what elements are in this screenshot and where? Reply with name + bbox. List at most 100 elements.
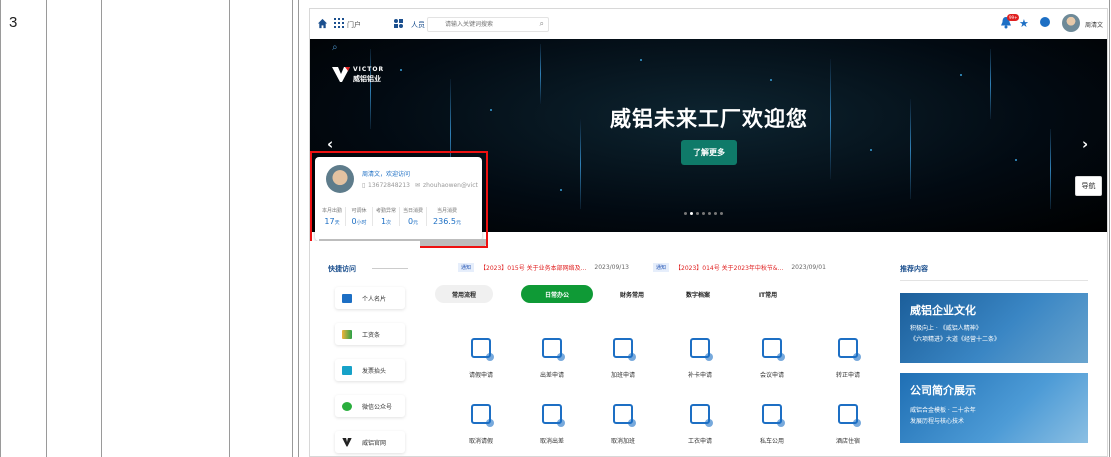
- quick-item-label: 工资条: [362, 331, 381, 339]
- app-overtime-request[interactable]: 加班申请: [598, 338, 648, 388]
- notice-date: 2023/09/01: [791, 263, 826, 271]
- tab-it[interactable]: IT常用: [743, 285, 793, 303]
- tab-daily-office[interactable]: 日常办公: [521, 285, 593, 303]
- portal-label[interactable]: 门户: [347, 20, 361, 30]
- id-card-icon: [342, 293, 352, 303]
- top-bar: 门户 人员 ⌕ 99+ ★ 周清文: [310, 9, 1107, 39]
- app-cancel-leave[interactable]: 取消请假: [456, 404, 506, 454]
- notice-text[interactable]: 【2023】014号 关于2023年中秋节&...: [675, 263, 783, 272]
- app-cancel-overtime[interactable]: 取消加班: [598, 404, 648, 454]
- culture-card-subtitle: 积极向上 · 《威铝人精神》: [910, 325, 982, 332]
- quick-item-payslip[interactable]: 工资条: [335, 323, 405, 345]
- grid-line: [1109, 0, 1110, 457]
- culture-card[interactable]: 威铝企业文化 积极向上 · 《威铝人精神》 《六项精进》大道《经营十二条》: [900, 293, 1088, 363]
- search-icon: ⌕: [332, 42, 338, 53]
- app-label: 酒店住宿: [835, 438, 860, 445]
- apps-grid-icon[interactable]: [334, 18, 344, 28]
- red-highlight-box: [310, 151, 488, 248]
- company-card-title: 公司简介展示: [910, 384, 976, 397]
- pager-dot[interactable]: [696, 212, 699, 215]
- quick-item-label: 发票抬头: [362, 367, 387, 375]
- presentation-icon: [762, 338, 785, 361]
- app-leave-request[interactable]: 请假申请: [456, 338, 506, 388]
- app-label: 取消请假: [468, 438, 493, 445]
- company-card-subtitle: 威铝合金模板 · 二十余年: [910, 407, 976, 414]
- notice-tag: 通知: [653, 262, 670, 272]
- category-tabs: 常用流程 日常办公 财务常用 数字档案 IT常用: [435, 285, 865, 303]
- app-label: 取消加班: [610, 438, 635, 445]
- app-label: 取消出差: [539, 438, 564, 445]
- cancel-overtime-icon: [613, 404, 636, 427]
- grid-line: [101, 0, 102, 457]
- grid-line: [0, 0, 1, 457]
- app-cancel-trip[interactable]: 取消出差: [527, 404, 577, 454]
- pager-dot[interactable]: [690, 212, 693, 215]
- recommend-title: 推荐内容: [900, 265, 928, 273]
- app-label: 私车公用: [759, 438, 784, 445]
- notice-item[interactable]: 通知 【2023】014号 关于2023年中秋节&... 2023/09/01: [653, 262, 826, 272]
- pager-dot[interactable]: [702, 212, 705, 215]
- tab-common-flows[interactable]: 常用流程: [435, 285, 493, 303]
- company-logo: VICTOR 威铝铝业: [332, 65, 383, 83]
- app-punch-request[interactable]: 补卡申请: [675, 338, 725, 388]
- learn-more-button[interactable]: 了解更多: [681, 140, 737, 165]
- culture-card-title: 威铝企业文化: [910, 304, 976, 317]
- pager-dot[interactable]: [720, 212, 723, 215]
- app-label: 出差申请: [539, 372, 564, 379]
- home-icon[interactable]: [317, 18, 328, 29]
- tab-finance[interactable]: 财务常用: [607, 285, 657, 303]
- quick-item-invoice[interactable]: 发票抬头: [335, 359, 405, 381]
- app-label: 会议申请: [759, 372, 784, 379]
- quick-access-title: 快捷访问: [328, 265, 356, 273]
- document-icon: [838, 338, 861, 361]
- grid-line: [292, 0, 293, 457]
- grid-line: [298, 0, 299, 457]
- tab-digital-archive[interactable]: 数字档案: [673, 285, 723, 303]
- quick-item-label: 个人名片: [362, 295, 387, 303]
- app-regularization-request[interactable]: 转正申请: [823, 338, 873, 388]
- shirt-icon: [690, 404, 713, 427]
- app-label: 请假申请: [468, 372, 493, 379]
- portal-screenshot: 门户 人员 ⌕ 99+ ★ 周清文 ⌕: [309, 8, 1108, 457]
- building-icon: [838, 404, 861, 427]
- app-trip-request[interactable]: 出差申请: [527, 338, 577, 388]
- quick-item-label: 威铝官网: [362, 439, 387, 447]
- notice-text[interactable]: 【2023】015号 关于业务本部网络及...: [480, 263, 586, 272]
- app-private-car[interactable]: 私车公用: [747, 404, 797, 454]
- payslip-icon: [342, 329, 352, 339]
- leave-form-icon: [471, 338, 494, 361]
- row-number: 3: [9, 14, 18, 31]
- notice-item[interactable]: 通知 【2023】015号 关于业务本部网络及... 2023/09/13: [458, 262, 629, 272]
- app-hotel[interactable]: 酒店住宿: [823, 404, 873, 454]
- slide-pager: [684, 212, 723, 215]
- quick-item-website[interactable]: 威铝官网: [335, 431, 405, 453]
- search-box[interactable]: ⌕: [427, 17, 549, 32]
- grid-line: [229, 0, 230, 457]
- star-icon[interactable]: ★: [1019, 17, 1029, 30]
- calendar-clock-icon: [690, 338, 713, 361]
- app-meeting-request[interactable]: 会议申请: [747, 338, 797, 388]
- notice-date: 2023/09/13: [594, 263, 629, 271]
- company-card-subtitle-2: 发展历程与核心技术: [910, 418, 965, 425]
- username[interactable]: 周清文: [1085, 20, 1103, 29]
- quick-item-wechat[interactable]: 微信公众号: [335, 395, 405, 417]
- chat-icon[interactable]: [1040, 17, 1050, 27]
- search-input[interactable]: [445, 18, 545, 31]
- quick-item-label: 微信公众号: [362, 403, 393, 411]
- app-uniform-request[interactable]: 工衣申请: [675, 404, 725, 454]
- search-icon[interactable]: ⌕: [540, 19, 544, 29]
- nav-tab[interactable]: 导航: [1075, 176, 1102, 196]
- search-category-select[interactable]: 人员: [411, 20, 425, 30]
- pager-dot[interactable]: [684, 212, 687, 215]
- quick-item-business-card[interactable]: 个人名片: [335, 287, 405, 309]
- pager-dot[interactable]: [708, 212, 711, 215]
- app-label: 工衣申请: [687, 438, 712, 445]
- victor-logo-icon: [342, 437, 352, 447]
- company-intro-card[interactable]: 公司简介展示 威铝合金模板 · 二十余年 发展历程与核心技术: [900, 373, 1088, 443]
- app-label: 转正申请: [835, 372, 860, 379]
- pager-dot[interactable]: [714, 212, 717, 215]
- grid-line: [46, 0, 47, 457]
- next-slide-icon[interactable]: ›: [1082, 135, 1088, 153]
- cancel-leave-icon: [471, 404, 494, 427]
- avatar[interactable]: [1062, 14, 1080, 32]
